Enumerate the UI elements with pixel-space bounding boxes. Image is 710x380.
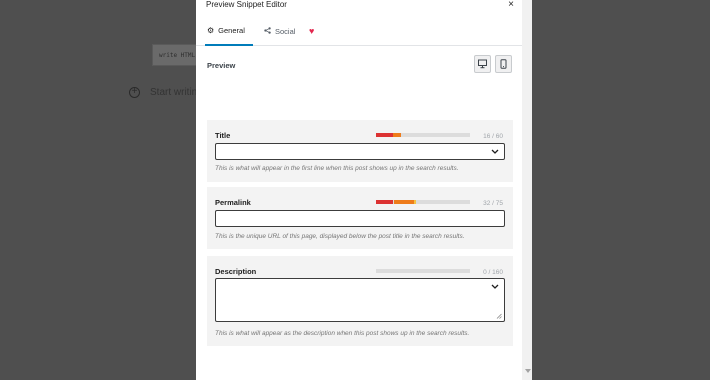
title-help-text: This is what will appear in the first li… — [215, 165, 459, 172]
title-count: 16 / 60 — [483, 133, 503, 140]
chevron-down-icon[interactable] — [491, 283, 499, 290]
tab-general-label: General — [218, 26, 245, 35]
permalink-section: Permalink 32 / 75 This is the unique URL… — [207, 187, 513, 249]
permalink-count: 32 / 75 — [483, 200, 503, 207]
title-input[interactable] — [215, 143, 505, 160]
chevron-down-icon[interactable] — [491, 148, 499, 155]
description-section: Description 0 / 160 This is what will ap… — [207, 256, 513, 346]
title-label: Title — [215, 131, 231, 140]
tab-bar: ⚙ General Social ♥ — [196, 17, 532, 46]
title-length-meter — [376, 133, 470, 137]
permalink-input[interactable] — [215, 210, 505, 227]
description-length-meter — [376, 269, 470, 273]
meter-segment — [376, 200, 393, 204]
title-section: Title 16 / 60 This is what will appear i… — [207, 120, 513, 182]
permalink-length-meter — [376, 200, 470, 204]
meter-segment — [376, 133, 393, 137]
modal-header: Preview Snippet Editor × — [196, 0, 532, 16]
description-help-text: This is what will appear as the descript… — [215, 330, 470, 337]
mobile-icon — [500, 59, 507, 69]
modal-title: Preview Snippet Editor — [206, 0, 287, 9]
permalink-help-text: This is the unique URL of this page, dis… — [215, 233, 465, 240]
description-label: Description — [215, 267, 257, 276]
tab-social-label: Social — [275, 26, 296, 36]
mobile-preview-button[interactable] — [495, 55, 512, 73]
description-textarea[interactable] — [215, 278, 505, 322]
desktop-icon — [478, 59, 487, 69]
tab-general[interactable]: ⚙ General — [205, 17, 253, 46]
desktop-preview-button[interactable] — [474, 55, 491, 73]
share-icon — [264, 26, 271, 36]
close-icon[interactable]: × — [508, 0, 514, 10]
tab-heart[interactable]: ♥ — [309, 17, 314, 45]
html-block-text: write HTML — [159, 52, 196, 59]
tab-social[interactable]: Social — [264, 17, 295, 45]
gear-icon: ⚙ — [207, 26, 215, 35]
meter-segment — [414, 200, 416, 204]
scroll-down-icon[interactable] — [525, 369, 531, 373]
description-count: 0 / 160 — [483, 269, 503, 276]
start-writing-placeholder[interactable]: Start writing — [150, 87, 203, 98]
add-block-icon[interactable]: + — [129, 87, 140, 98]
preview-label: Preview — [207, 61, 236, 70]
preview-snippet-editor-modal: Preview Snippet Editor × ⚙ General Socia… — [196, 0, 532, 380]
permalink-label: Permalink — [215, 198, 251, 207]
modal-scrollbar[interactable] — [522, 0, 532, 380]
meter-segment — [393, 133, 401, 137]
resize-handle-icon[interactable] — [496, 313, 502, 319]
heart-icon: ♥ — [309, 26, 315, 36]
html-block: write HTML — [152, 44, 200, 66]
meter-segment — [394, 200, 414, 204]
